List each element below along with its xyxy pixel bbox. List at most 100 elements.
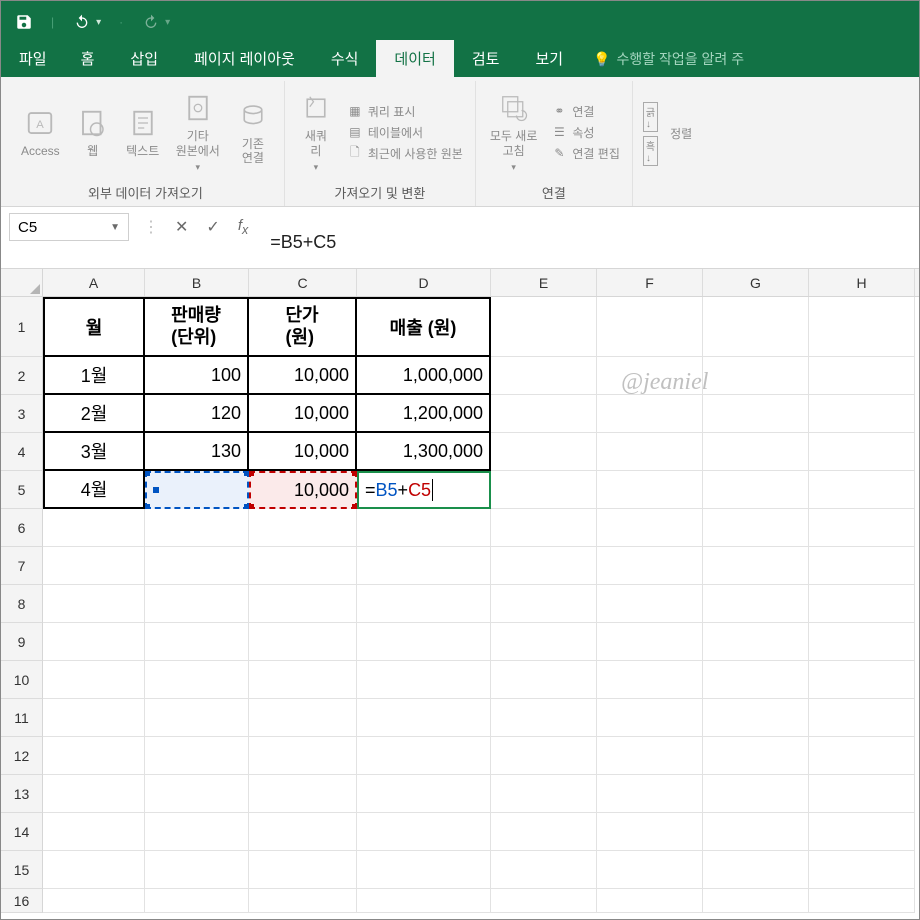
cell-E10[interactable] xyxy=(491,661,597,699)
cell-H9[interactable] xyxy=(809,623,915,661)
cell-E12[interactable] xyxy=(491,737,597,775)
existing-connections-button[interactable]: 기존 연결 xyxy=(232,97,274,168)
cell-C13[interactable] xyxy=(249,775,357,813)
new-query-button[interactable]: 새쿼 리 ▾ xyxy=(295,89,337,175)
from-table-button[interactable]: ▤ 테이블에서 xyxy=(345,123,465,142)
cell-A16[interactable] xyxy=(43,889,145,913)
tab-page-layout[interactable]: 페이지 레이아웃 xyxy=(176,40,313,77)
cell-G16[interactable] xyxy=(703,889,809,913)
from-web-button[interactable]: 웹 xyxy=(72,104,114,160)
cell-H10[interactable] xyxy=(809,661,915,699)
sort-button[interactable]: 정렬 xyxy=(666,125,696,143)
cell-B6[interactable] xyxy=(145,509,249,547)
cell-A3[interactable]: 2월 xyxy=(43,395,145,433)
properties-button[interactable]: ☰ 속성 xyxy=(549,123,622,142)
connections-button[interactable]: ⚭ 연결 xyxy=(549,102,622,121)
cell-D3[interactable]: 1,200,000 xyxy=(357,395,491,433)
cell-A1[interactable]: 월 xyxy=(43,297,145,357)
from-other-sources-button[interactable]: 기타 원본에서 ▾ xyxy=(172,89,224,175)
cell-C12[interactable] xyxy=(249,737,357,775)
cell-D12[interactable] xyxy=(357,737,491,775)
col-header-D[interactable]: D xyxy=(357,269,491,296)
cell-B2[interactable]: 100 xyxy=(145,357,249,395)
sort-desc-button[interactable]: 흑↓ xyxy=(643,136,658,166)
row-header-8[interactable]: 8 xyxy=(1,585,43,623)
cell-B11[interactable] xyxy=(145,699,249,737)
cell-G9[interactable] xyxy=(703,623,809,661)
cell-H15[interactable] xyxy=(809,851,915,889)
cell-E3[interactable] xyxy=(491,395,597,433)
cell-H16[interactable] xyxy=(809,889,915,913)
cell-F7[interactable] xyxy=(597,547,703,585)
cell-A2[interactable]: 1월 xyxy=(43,357,145,395)
cell-G3[interactable] xyxy=(703,395,809,433)
cell-C11[interactable] xyxy=(249,699,357,737)
cell-F11[interactable] xyxy=(597,699,703,737)
cell-H2[interactable] xyxy=(809,357,915,395)
row-header-16[interactable]: 16 xyxy=(1,889,43,913)
cell-H11[interactable] xyxy=(809,699,915,737)
cell-G13[interactable] xyxy=(703,775,809,813)
chevron-down-icon[interactable]: ▼ xyxy=(110,222,120,233)
cell-E15[interactable] xyxy=(491,851,597,889)
cell-B3[interactable]: 120 xyxy=(145,395,249,433)
cell-F1[interactable] xyxy=(597,297,703,357)
cell-H13[interactable] xyxy=(809,775,915,813)
cell-F2[interactable] xyxy=(597,357,703,395)
tab-home[interactable]: 홈 xyxy=(63,40,113,77)
cell-C8[interactable] xyxy=(249,585,357,623)
cancel-icon[interactable]: ✕ xyxy=(175,217,188,237)
cell-H5[interactable] xyxy=(809,471,915,509)
cell-D6[interactable] xyxy=(357,509,491,547)
cell-B10[interactable] xyxy=(145,661,249,699)
cell-E16[interactable] xyxy=(491,889,597,913)
cell-D5-editing[interactable]: =B5+C5 xyxy=(357,471,491,509)
edit-links-button[interactable]: ✎ 연결 편집 xyxy=(549,144,622,163)
cell-D4[interactable]: 1,300,000 xyxy=(357,433,491,471)
cell-G14[interactable] xyxy=(703,813,809,851)
cell-F15[interactable] xyxy=(597,851,703,889)
cell-D1[interactable]: 매출 (원) xyxy=(357,297,491,357)
cell-E9[interactable] xyxy=(491,623,597,661)
cell-E4[interactable] xyxy=(491,433,597,471)
cell-D7[interactable] xyxy=(357,547,491,585)
cell-B4[interactable]: 130 xyxy=(145,433,249,471)
cell-A15[interactable] xyxy=(43,851,145,889)
cell-D13[interactable] xyxy=(357,775,491,813)
tab-formulas[interactable]: 수식 xyxy=(313,40,377,77)
col-header-A[interactable]: A xyxy=(43,269,145,296)
cell-A9[interactable] xyxy=(43,623,145,661)
cell-B7[interactable] xyxy=(145,547,249,585)
cell-A4[interactable]: 3월 xyxy=(43,433,145,471)
tab-view[interactable]: 보기 xyxy=(517,40,581,77)
cell-D10[interactable] xyxy=(357,661,491,699)
cell-D16[interactable] xyxy=(357,889,491,913)
show-queries-button[interactable]: ▦ 쿼리 표시 xyxy=(345,102,465,121)
cell-C6[interactable] xyxy=(249,509,357,547)
cell-A14[interactable] xyxy=(43,813,145,851)
fx-icon[interactable]: fx xyxy=(238,217,248,237)
cell-H1[interactable] xyxy=(809,297,915,357)
cell-D15[interactable] xyxy=(357,851,491,889)
cell-C3[interactable]: 10,000 xyxy=(249,395,357,433)
recent-sources-button[interactable]: 🗋 최근에 사용한 원본 xyxy=(345,144,465,163)
cell-G4[interactable] xyxy=(703,433,809,471)
cell-F8[interactable] xyxy=(597,585,703,623)
cell-D9[interactable] xyxy=(357,623,491,661)
cell-C5[interactable]: 10,000 xyxy=(249,471,357,509)
cell-E6[interactable] xyxy=(491,509,597,547)
undo-icon[interactable]: ▾ xyxy=(68,12,105,32)
cell-H7[interactable] xyxy=(809,547,915,585)
col-header-G[interactable]: G xyxy=(703,269,809,296)
col-header-F[interactable]: F xyxy=(597,269,703,296)
cell-D8[interactable] xyxy=(357,585,491,623)
cell-H14[interactable] xyxy=(809,813,915,851)
cell-A10[interactable] xyxy=(43,661,145,699)
cell-G11[interactable] xyxy=(703,699,809,737)
cell-B15[interactable] xyxy=(145,851,249,889)
cell-G1[interactable] xyxy=(703,297,809,357)
cell-G7[interactable] xyxy=(703,547,809,585)
row-header-4[interactable]: 4 xyxy=(1,433,43,471)
cell-B8[interactable] xyxy=(145,585,249,623)
refresh-all-button[interactable]: 모두 새로 고침 ▾ xyxy=(486,89,542,175)
